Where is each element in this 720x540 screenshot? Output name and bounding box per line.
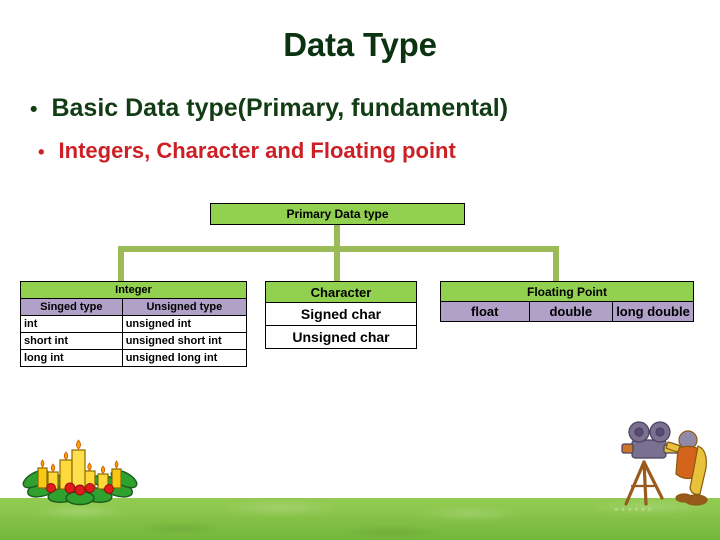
column-header-signed: Singed type xyxy=(20,298,123,316)
branch-title-character: Character xyxy=(265,281,417,303)
table-row: Signed char xyxy=(265,302,417,326)
branch-table-character: Character Signed char Unsigned char xyxy=(265,281,417,349)
connector-stem-vertical xyxy=(334,225,340,283)
branch-table-floating-point: Floating Point float double long double xyxy=(440,281,694,322)
table-row: Unsigned char xyxy=(265,325,417,349)
table-row: long int unsigned long int xyxy=(20,349,248,367)
diagram-root-node: Primary Data type xyxy=(210,203,465,225)
cell-unsigned-char: Unsigned char xyxy=(265,325,417,349)
slide-canvas: Data Type • Basic Data type(Primary, fun… xyxy=(0,0,720,540)
table-row: short int unsigned short int xyxy=(20,332,248,350)
branch-title-floating-point: Floating Point xyxy=(440,281,694,302)
connector-branch-right xyxy=(553,246,559,283)
cell-signed-long-int: long int xyxy=(20,349,123,367)
cell-unsigned-int: unsigned int xyxy=(121,315,248,333)
table-row: float double long double xyxy=(440,301,694,322)
branch-title-integer: Integer xyxy=(20,281,247,299)
candles-clipart-icon xyxy=(22,439,138,506)
connector-branch-left xyxy=(118,246,124,283)
cell-signed-int: int xyxy=(20,315,123,333)
cell-float: float xyxy=(440,301,530,322)
column-header-unsigned: Unsigned type xyxy=(121,298,248,316)
table-row: Character xyxy=(265,281,417,303)
table-row: int unsigned int xyxy=(20,315,248,333)
table-row: Integer xyxy=(20,281,247,299)
cell-signed-char: Signed char xyxy=(265,302,417,326)
cell-unsigned-short-int: unsigned short int xyxy=(121,332,248,350)
cell-signed-short-int: short int xyxy=(20,332,123,350)
table-row: Floating Point xyxy=(440,281,694,302)
cameraman-clipart-icon xyxy=(621,421,708,506)
cell-unsigned-long-int: unsigned long int xyxy=(121,349,248,367)
cell-long-double: long double xyxy=(612,301,694,322)
cell-double: double xyxy=(528,301,614,322)
branch-table-integer: Integer Singed type Unsigned type int un… xyxy=(20,281,248,367)
connector-horizontal-bar xyxy=(118,246,559,252)
table-row: Singed type Unsigned type xyxy=(20,298,248,316)
primary-data-type-diagram: Primary Data type Integer Singed type Un… xyxy=(0,0,720,420)
